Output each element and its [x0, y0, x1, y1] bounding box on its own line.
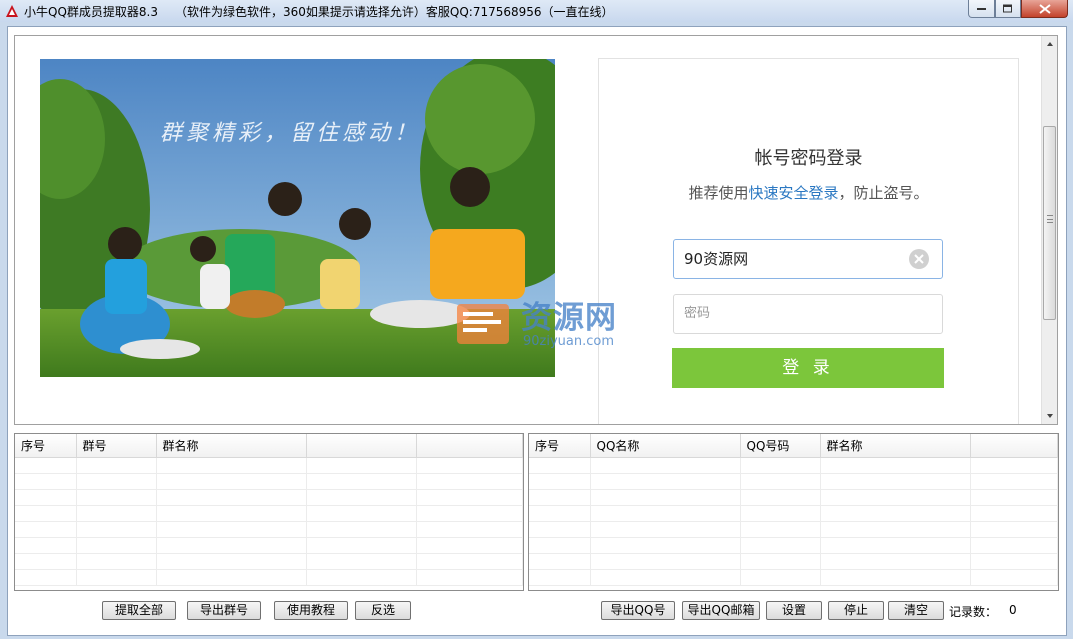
grip-icon — [1047, 215, 1053, 223]
column-header[interactable]: 群号 — [76, 434, 157, 458]
table-row — [15, 537, 523, 554]
table-row — [15, 505, 523, 522]
table-row — [15, 569, 523, 586]
title-bar: 小牛QQ群成员提取器8.3 （软件为绿色软件，360如果提示请选择允许）客服QQ… — [0, 0, 1073, 22]
scroll-down-button[interactable] — [1042, 408, 1057, 424]
export-email-button[interactable]: 导出QQ邮箱 — [682, 601, 760, 620]
column-header[interactable]: 序号 — [15, 434, 77, 458]
watermark-domain: 90ziyuan.com — [523, 334, 615, 349]
watermark-logo: 资源网 90ziyuan.com — [445, 292, 645, 358]
column-header[interactable] — [970, 434, 1058, 458]
column-header[interactable]: 序号 — [529, 434, 591, 458]
column-header[interactable] — [306, 434, 417, 458]
chevron-up-icon — [1047, 42, 1053, 46]
login-panel: 帐号密码登录 推荐使用快速安全登录，防止盗号。 90资源网 密码 登 录 — [598, 58, 1019, 424]
clear-button[interactable]: 清空 — [888, 601, 944, 620]
maximize-icon — [1003, 4, 1012, 12]
table-row — [529, 457, 1058, 474]
login-button[interactable]: 登 录 — [672, 348, 944, 388]
banner-slogan: 群聚精彩，留住感动！ — [160, 121, 421, 146]
member-list-table[interactable]: 序号 QQ名称 QQ号码 群名称 — [528, 433, 1059, 591]
scroll-thumb[interactable] — [1043, 126, 1056, 320]
stop-button[interactable]: 停止 — [828, 601, 884, 620]
scroll-up-button[interactable] — [1042, 36, 1057, 52]
login-title: 帐号密码登录 — [754, 148, 863, 169]
table-row — [15, 489, 523, 506]
table-row — [529, 521, 1058, 538]
column-header[interactable]: 群名称 — [820, 434, 971, 458]
table-row — [529, 537, 1058, 554]
login-tip-prefix: 推荐使用 — [688, 184, 749, 202]
watermark-name: 资源网 — [521, 300, 617, 336]
extract-all-button[interactable]: 提取全部 — [102, 601, 176, 620]
export-qq-button[interactable]: 导出QQ号 — [601, 601, 675, 620]
table-row — [529, 553, 1058, 570]
record-count-value: 0 — [1009, 603, 1017, 617]
app-icon — [6, 5, 18, 17]
column-header[interactable]: QQ号码 — [740, 434, 821, 458]
quick-login-link[interactable]: 快速安全登录 — [748, 184, 838, 202]
table-row — [529, 505, 1058, 522]
password-input[interactable]: 密码 — [673, 294, 943, 334]
window-title: 小牛QQ群成员提取器8.3 — [24, 5, 158, 19]
column-header[interactable]: 群名称 — [156, 434, 307, 458]
window-title-note: （软件为绿色软件，360如果提示请选择允许）客服QQ:717568956（一直在… — [175, 5, 614, 19]
chevron-down-icon — [1047, 414, 1053, 418]
column-header[interactable] — [416, 434, 523, 458]
login-tip: 推荐使用快速安全登录，防止盗号。 — [599, 182, 1018, 203]
tutorial-button[interactable]: 使用教程 — [274, 601, 348, 620]
table-row — [529, 489, 1058, 506]
close-button[interactable] — [1021, 0, 1068, 18]
clear-input-icon[interactable] — [909, 249, 929, 269]
record-count-label: 记录数： — [949, 605, 998, 619]
table-row — [15, 521, 523, 538]
export-groups-button[interactable]: 导出群号 — [187, 601, 261, 620]
group-list-table[interactable]: 序号 群号 群名称 — [14, 433, 524, 591]
invert-selection-button[interactable]: 反选 — [355, 601, 411, 620]
vertical-scrollbar[interactable] — [1041, 36, 1057, 424]
settings-button[interactable]: 设置 — [766, 601, 822, 620]
table-row — [15, 457, 523, 474]
watermark-logo-icon — [457, 304, 509, 344]
table-row — [15, 473, 523, 490]
maximize-button[interactable] — [995, 0, 1021, 18]
table-row — [529, 569, 1058, 586]
minimize-icon — [976, 7, 986, 10]
main-client-area: 群聚精彩，留住感动！ 帐号密码登录 推荐使用快速安全登录，防止盗号。 90资源网… — [7, 26, 1067, 636]
login-tip-suffix: ，防止盗号。 — [838, 184, 929, 202]
table-row — [15, 553, 523, 570]
account-input[interactable]: 90资源网 — [673, 239, 943, 279]
minimize-button[interactable] — [968, 0, 995, 18]
login-browser-panel: 群聚精彩，留住感动！ 帐号密码登录 推荐使用快速安全登录，防止盗号。 90资源网… — [14, 35, 1058, 425]
table-row — [529, 473, 1058, 490]
close-icon — [1038, 3, 1051, 14]
column-header[interactable]: QQ名称 — [590, 434, 741, 458]
